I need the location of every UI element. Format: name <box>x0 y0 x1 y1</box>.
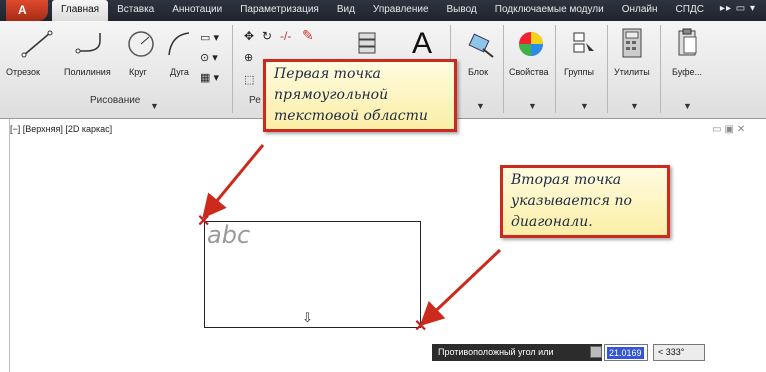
distance-value[interactable]: 21.0169 <box>607 347 644 359</box>
callout-line: прямоугольной <box>274 87 389 103</box>
dynamic-input-prompt: Противоположный угол или <box>432 344 602 361</box>
callout-line: Вторая точка <box>511 172 622 188</box>
callout-line: Первая точка <box>274 66 381 82</box>
callout-line: текстовой области <box>274 108 428 124</box>
callout-line: указывается по <box>511 193 632 209</box>
dynamic-input-distance-field[interactable]: 21.0169 <box>604 344 648 361</box>
dynamic-input-options-icon[interactable] <box>590 346 602 358</box>
autocad-window: A Главная Вставка Аннотации Параметризац… <box>0 0 766 372</box>
callout-line: диагонали. <box>511 214 593 230</box>
dynamic-input-angle-field[interactable]: < 333° <box>653 344 705 361</box>
first-point-callout: Первая точка прямоугольной текстовой обл… <box>263 59 457 132</box>
second-point-arrow <box>419 248 502 327</box>
second-point-callout: Вторая точка указывается по диагонали. <box>500 165 670 238</box>
first-point-arrow <box>202 144 265 219</box>
